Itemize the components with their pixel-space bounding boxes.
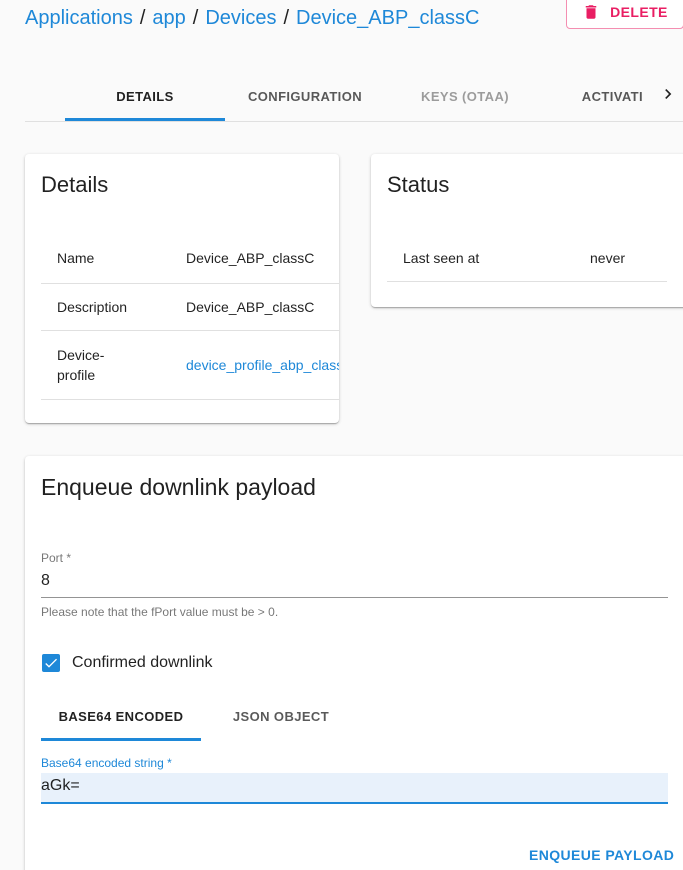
- tab-base64-encoded[interactable]: BASE64 ENCODED: [41, 692, 201, 740]
- port-helper-text: Please note that the fPort value must be…: [41, 605, 279, 619]
- tab-scroll-right-button[interactable]: [653, 72, 683, 121]
- breadcrumb-separator: /: [192, 7, 199, 29]
- port-value: 8: [41, 572, 50, 589]
- enqueue-card-title: Enqueue downlink payload: [41, 474, 316, 500]
- breadcrumb-device[interactable]: Device_ABP_classC: [296, 7, 479, 29]
- breadcrumb-devices[interactable]: Devices: [205, 7, 276, 29]
- tab-details[interactable]: DETAILS: [65, 72, 225, 121]
- details-device-profile-value: device_profile_abp_class: [186, 355, 339, 375]
- payload-tab-indicator: [41, 738, 201, 741]
- trash-icon: [582, 3, 600, 21]
- table-row: Device- profile device_profile_abp_class: [41, 331, 339, 400]
- breadcrumb-applications[interactable]: Applications: [25, 7, 133, 29]
- tab-keys-otaa: KEYS (OTAA): [421, 89, 509, 104]
- details-name-label: Name: [57, 250, 95, 266]
- details-name-value: Device_ABP_classC: [186, 250, 315, 266]
- port-label: Port *: [41, 551, 72, 565]
- chevron-right-icon: [658, 84, 678, 109]
- status-card-title: Status: [387, 172, 450, 197]
- breadcrumb-separator: /: [139, 7, 146, 29]
- details-device-profile-label: Device- profile: [57, 347, 105, 383]
- details-card: Details Name Device_ABP_classC Descripti…: [25, 154, 339, 423]
- last-seen-label: Last seen at: [403, 250, 480, 266]
- table-row: Last seen at never: [387, 234, 667, 282]
- check-icon: [43, 655, 59, 671]
- tab-active-indicator: [65, 118, 225, 121]
- tab-configuration[interactable]: CONFIGURATION: [225, 72, 385, 121]
- breadcrumb: Applications / app / Devices / Device_ABP_clas…: [25, 4, 479, 32]
- details-description-value: Device_ABP_classC: [186, 299, 315, 315]
- base64-label: Base64 encoded string *: [41, 756, 172, 770]
- status-card: Status Last seen at never: [371, 154, 683, 307]
- details-card-title: Details: [41, 172, 109, 197]
- tab-activation[interactable]: ACTIVATI: [545, 72, 653, 121]
- tab-json-object[interactable]: JSON OBJECT: [201, 692, 361, 740]
- confirmed-downlink-checkbox[interactable]: [42, 654, 60, 672]
- base64-input[interactable]: aGk=: [41, 773, 668, 804]
- payload-tabs: BASE64 ENCODED JSON OBJECT: [41, 692, 668, 742]
- last-seen-value: never: [590, 250, 626, 266]
- device-tabs: DETAILS CONFIGURATION KEYS (OTAA) ACTIVA…: [25, 72, 683, 122]
- breadcrumb-app[interactable]: app: [152, 7, 185, 29]
- enqueue-downlink-card: Enqueue downlink payload Port * 8 Please…: [25, 456, 683, 870]
- table-row: Name Device_ABP_classC: [41, 234, 339, 284]
- device-profile-link[interactable]: device_profile_abp_class: [186, 357, 339, 373]
- breadcrumb-separator: /: [283, 7, 290, 29]
- details-description-label: Description: [57, 299, 128, 315]
- delete-label: DELETE: [610, 3, 668, 20]
- confirmed-downlink-label: Confirmed downlink: [72, 654, 213, 671]
- enqueue-payload-button[interactable]: ENQUEUE PAYLOAD: [529, 847, 674, 863]
- table-row: Description Device_ABP_classC: [41, 284, 339, 331]
- port-input[interactable]: 8: [41, 572, 668, 598]
- delete-button[interactable]: DELETE: [566, 0, 683, 29]
- base64-value: aGk=: [41, 777, 80, 794]
